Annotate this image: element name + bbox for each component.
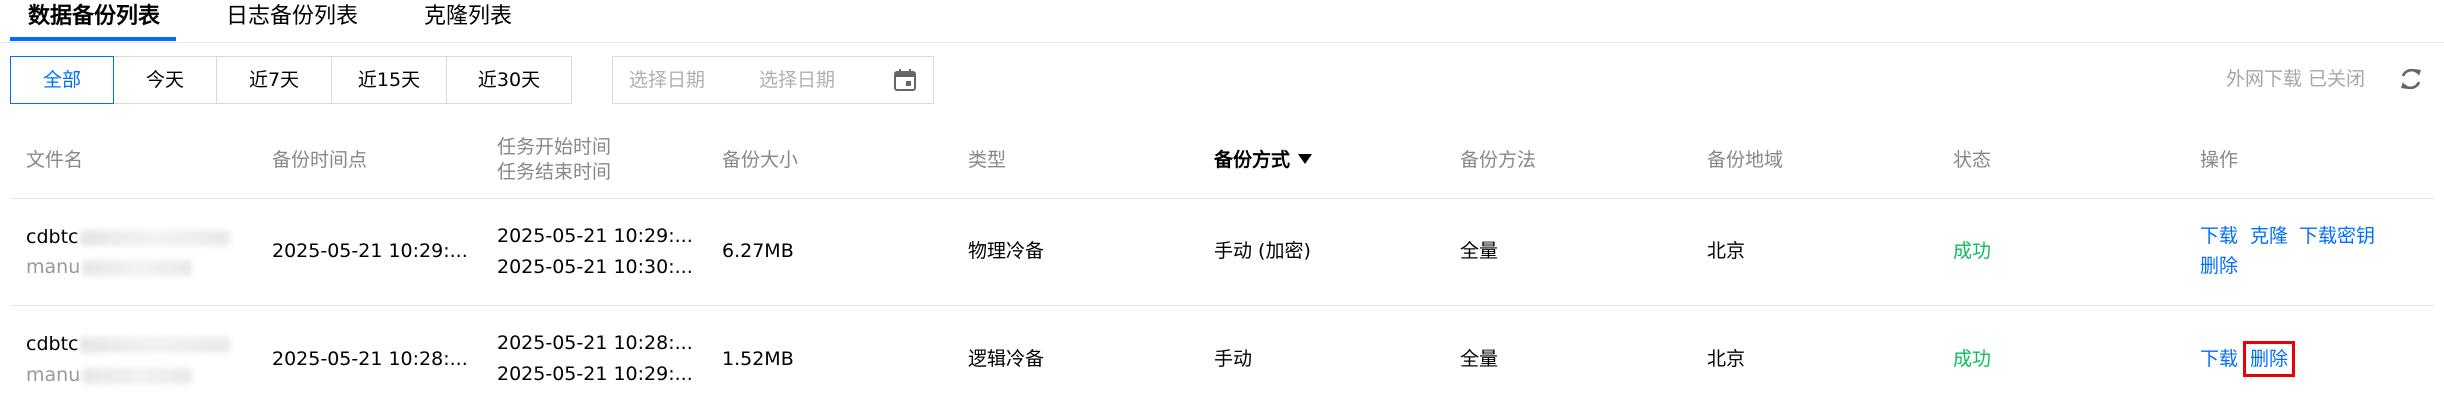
file-name-text: cdbtc (26, 333, 79, 355)
backup-type: 物理冷备 (968, 240, 1045, 262)
tab-clone-list[interactable]: 克隆列表 (424, 2, 512, 32)
backup-mode: 手动 (加密) (1214, 240, 1311, 262)
backup-size: 1.52MB (722, 348, 794, 370)
col-backup-time: 备份时间点 (272, 149, 368, 171)
start-date-placeholder: 选择日期 (629, 69, 706, 91)
backup-size: 6.27MB (722, 240, 794, 262)
range-30days-button[interactable]: 近30天 (447, 56, 572, 104)
backup-method: 全量 (1460, 240, 1499, 262)
range-today-button[interactable]: 今天 (114, 56, 217, 104)
file-sub-text: manu (26, 364, 81, 386)
backup-tabs: 数据备份列表 日志备份列表 克隆列表 (0, 0, 2444, 43)
col-task-end: 任务结束时间 (497, 161, 612, 183)
col-backup-mode-label: 备份方式 (1214, 149, 1291, 171)
col-region: 备份地域 (1707, 149, 1784, 171)
range-15days-button[interactable]: 近15天 (332, 56, 447, 104)
task-end-time: 2025-05-21 10:30:... (497, 256, 693, 278)
file-name: cdbtc (26, 224, 231, 250)
redacted-blur (82, 367, 193, 384)
tab-log-backup[interactable]: 日志备份列表 (226, 2, 358, 32)
redacted-blur (80, 229, 231, 246)
calendar-icon[interactable] (893, 68, 917, 92)
backup-time: 2025-05-21 10:28:... (272, 348, 468, 370)
file-sub: manu (26, 362, 193, 388)
download-button[interactable]: 下载 (2200, 223, 2238, 249)
redacted-blur (82, 259, 193, 276)
delete-button[interactable]: 删除 (2200, 253, 2238, 279)
status-badge: 成功 (1953, 240, 1992, 262)
active-tab-indicator (10, 37, 176, 41)
clone-button[interactable]: 克隆 (2250, 223, 2288, 249)
file-name-text: cdbtc (26, 226, 79, 248)
download-button[interactable]: 下载 (2200, 346, 2238, 372)
task-end-time: 2025-05-21 10:29:... (497, 363, 693, 385)
end-date-placeholder: 选择日期 (759, 69, 836, 91)
filter-icon[interactable] (1298, 153, 1313, 164)
file-name: cdbtc (26, 331, 231, 357)
col-size: 备份大小 (722, 149, 799, 171)
tab-data-backup[interactable]: 数据备份列表 (28, 2, 160, 32)
backup-region: 北京 (1707, 240, 1746, 262)
task-start-time: 2025-05-21 10:29:... (497, 225, 693, 247)
download-key-button[interactable]: 下载密钥 (2299, 223, 2375, 249)
backup-time: 2025-05-21 10:29:... (272, 240, 468, 262)
backup-mode: 手动 (1214, 348, 1253, 370)
backup-region: 北京 (1707, 348, 1746, 370)
header-divider (10, 198, 2434, 199)
backup-method: 全量 (1460, 348, 1499, 370)
file-sub: manu (26, 254, 193, 280)
status-badge: 成功 (1953, 348, 1992, 370)
col-backup-mode[interactable]: 备份方式 (1214, 147, 1313, 173)
col-backup-method: 备份方法 (1460, 149, 1537, 171)
col-operations: 操作 (2200, 149, 2239, 171)
col-type: 类型 (968, 149, 1007, 171)
col-task-start: 任务开始时间 (497, 136, 612, 158)
backup-type: 逻辑冷备 (968, 348, 1045, 370)
delete-button[interactable]: 删除 (2242, 341, 2296, 377)
time-range-filter: 全部 今天 近7天 近15天 近30天 (10, 56, 572, 104)
external-download-status[interactable]: 外网下载 已关闭 (2226, 66, 2365, 92)
col-file-name: 文件名 (26, 149, 84, 171)
refresh-icon[interactable] (2396, 64, 2426, 94)
task-start-time: 2025-05-21 10:28:... (497, 332, 693, 354)
date-range-picker[interactable]: 选择日期 选择日期 (612, 56, 934, 104)
col-status: 状态 (1953, 149, 1992, 171)
redacted-blur (80, 336, 231, 353)
file-sub-text: manu (26, 256, 81, 278)
row-divider (10, 305, 2434, 306)
range-all-button[interactable]: 全部 (10, 56, 114, 104)
range-7days-button[interactable]: 近7天 (217, 56, 332, 104)
